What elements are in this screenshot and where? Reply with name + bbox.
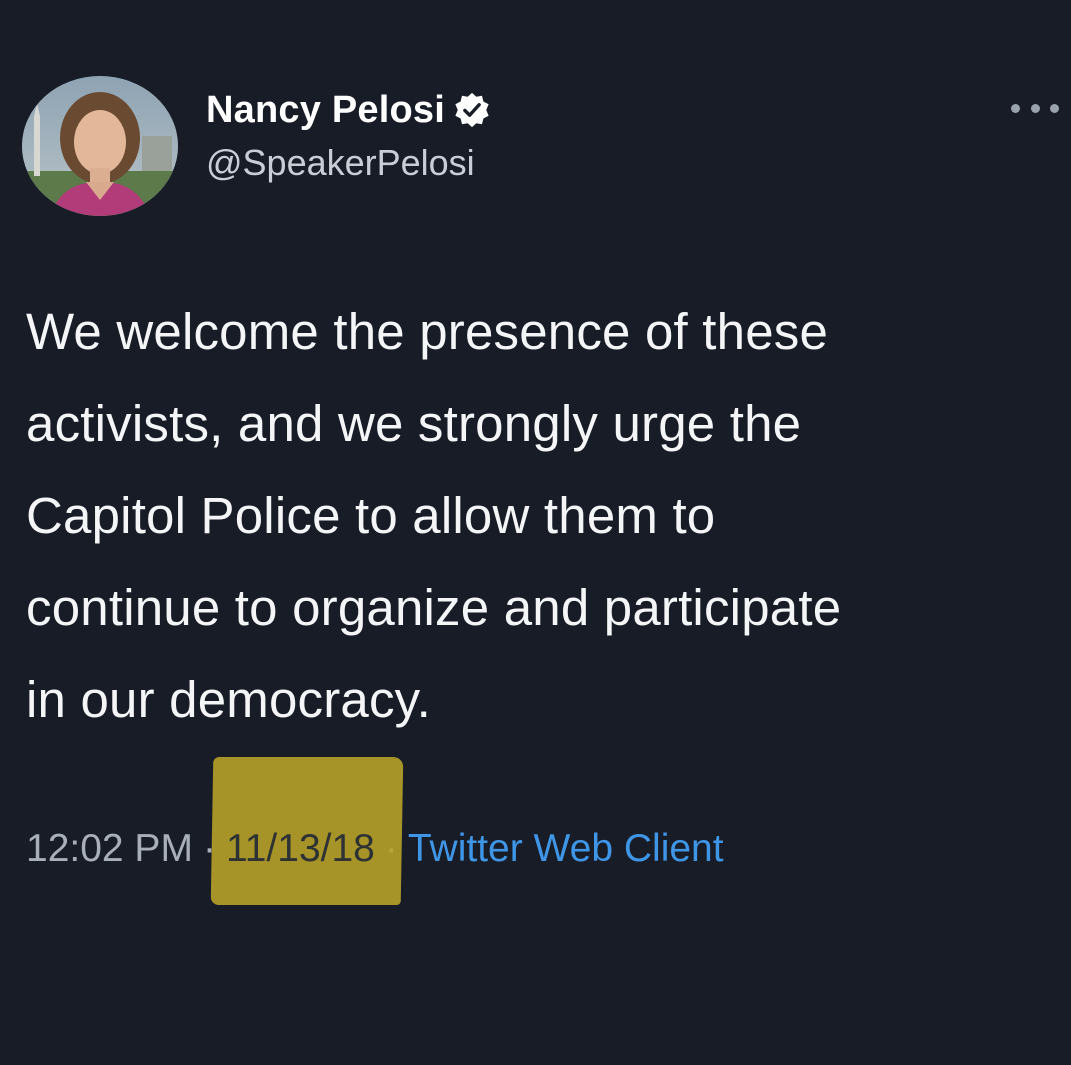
more-options-icon[interactable] (1011, 98, 1059, 118)
tweet-text-line: activists, and we strongly urge the (26, 395, 802, 452)
tweet-meta: 12:02 PM · 11/13/18 · Twitter Web Client (26, 757, 724, 905)
author-handle[interactable]: @SpeakerPelosi (206, 142, 475, 184)
tweet-date-wrap: 11/13/18 (210, 757, 404, 905)
more-dot (1030, 103, 1040, 113)
tweet-text-line: Capitol Police to allow them to (26, 487, 716, 544)
avatar[interactable] (22, 76, 178, 216)
verified-badge-icon (453, 91, 491, 129)
more-dot (1050, 103, 1059, 113)
display-name[interactable]: Nancy Pelosi (206, 89, 445, 132)
author-name-row[interactable]: Nancy Pelosi (206, 85, 491, 135)
more-dot (1011, 103, 1020, 113)
tweet-card: Nancy Pelosi @SpeakerPelosi We welcome t… (0, 0, 1071, 1065)
tweet-text-line: continue to organize and participate (26, 579, 842, 636)
tweet-source-link[interactable]: Twitter Web Client (408, 827, 724, 871)
profile-photo-icon (22, 76, 178, 216)
tweet-text: We welcome the presence of these activis… (26, 286, 1056, 746)
tweet-text-line: in our democracy. (26, 671, 431, 728)
tweet-text-line: We welcome the presence of these (26, 303, 829, 360)
tweet-time[interactable]: 12:02 PM (26, 827, 193, 871)
tweet-date[interactable]: 11/13/18 (226, 827, 375, 870)
